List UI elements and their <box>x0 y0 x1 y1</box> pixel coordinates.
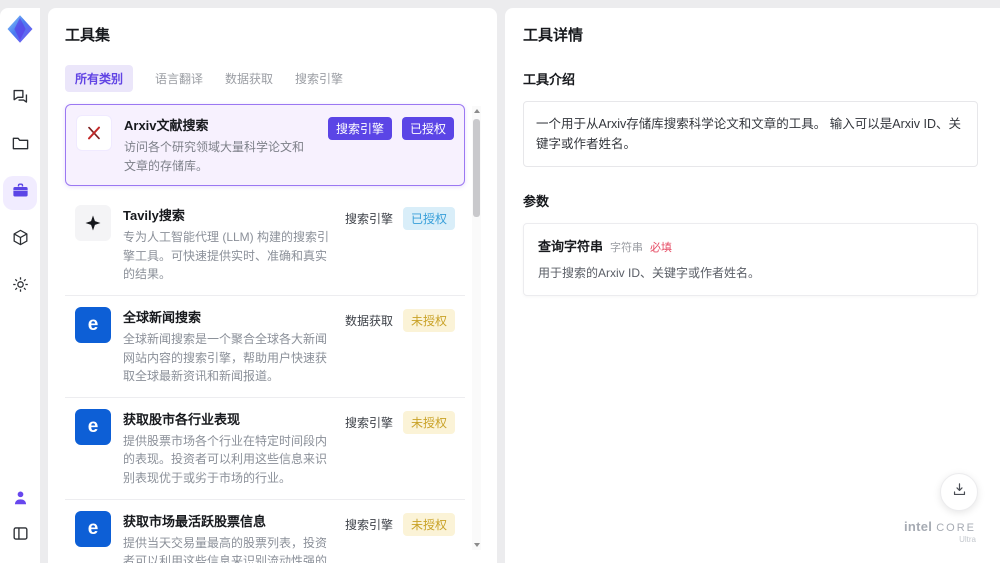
tool-list-items: Arxiv文献搜索 访问各个研究领域大量科学论文和文章的存储库。 搜索引擎 已授… <box>65 104 481 563</box>
tool-details-panel: 工具详情 工具介绍 一个用于从Arxiv存储库搜索科学论文和文章的工具。 输入可… <box>505 8 1000 563</box>
tool-name: Arxiv文献搜索 <box>124 118 209 133</box>
category-label: 搜索引擎 <box>344 415 393 430</box>
param-description: 用于搜索的Arxiv ID、关键字或作者姓名。 <box>538 266 761 280</box>
blue-e-icon: e <box>75 510 111 547</box>
category-badge: 搜索引擎 <box>327 117 392 140</box>
auth-status-badge: 已授权 <box>402 207 455 231</box>
blue-e-icon: e <box>75 306 111 343</box>
intel-core-logo: intel CORE Ultra <box>903 518 976 545</box>
download-button[interactable] <box>940 473 978 511</box>
blue-e-icon: e <box>75 408 111 445</box>
tool-card-most-active-stocks[interactable]: e 获取市场最活跃股票信息 提供当天交易量最高的股票列表，投资者可以利用这些信息… <box>65 498 465 563</box>
details-panel-title: 工具详情 <box>523 27 584 44</box>
core-logo-text: CORE <box>936 521 976 534</box>
param-required-flag: 必填 <box>650 242 673 254</box>
tool-description: 专为人工智能代理 (LLM) 构建的搜索引擎工具。可快速提供实时、准确和真实的结… <box>123 230 330 282</box>
auth-status-badge: 未授权 <box>402 410 455 434</box>
scroll-up-arrow[interactable] <box>472 106 481 116</box>
category-tabs: 所有类别 语言翻译 数据获取 搜索引擎 <box>65 65 481 92</box>
scroll-down-arrow[interactable] <box>472 540 481 550</box>
download-icon <box>951 481 968 503</box>
tool-description: 提供当天交易量最高的股票列表，投资者可以利用这些信息来识别流动性强的股票和潜在的… <box>123 535 328 563</box>
tool-list: Arxiv文献搜索 访问各个研究领域大量科学论文和文章的存储库。 搜索引擎 已授… <box>65 104 481 563</box>
list-scrollbar <box>472 106 481 550</box>
auth-status-badge: 未授权 <box>402 308 455 332</box>
intro-heading: 工具介绍 <box>523 72 576 87</box>
gear-icon <box>11 275 30 299</box>
auth-status-badge: 已授权 <box>401 117 454 140</box>
tools-panel: 工具集 所有类别 语言翻译 数据获取 搜索引擎 Arxiv文献搜索 访问各个研究… <box>48 8 497 563</box>
tool-description: 全球新闻搜索是一个聚合全球各大新闻网站内容的搜索引擎，帮助用户快速获取全球最新资… <box>123 331 328 384</box>
sidebar-item-settings[interactable] <box>7 274 33 300</box>
sidebar-item-packages[interactable] <box>7 227 33 253</box>
user-avatar-button[interactable] <box>7 487 33 513</box>
tab-search-engine[interactable]: 搜索引擎 <box>295 65 343 92</box>
cube-icon <box>11 228 30 252</box>
tab-all-categories[interactable]: 所有类别 <box>65 65 134 92</box>
tool-name: Tavily搜索 <box>123 208 185 224</box>
chat-icon <box>11 87 30 111</box>
auth-status-badge: 未授权 <box>402 512 455 536</box>
folder-icon <box>11 134 30 158</box>
tab-data-fetch[interactable]: 数据获取 <box>225 65 273 92</box>
panel-toggle-icon <box>11 524 30 548</box>
tool-card-sector-performance[interactable]: e 获取股市各行业表现 提供股票市场各个行业在特定时间段内的表现。投资者可以利用… <box>65 396 465 499</box>
scrollbar-thumb[interactable] <box>473 119 480 217</box>
toolbox-icon <box>11 181 30 205</box>
param-name: 查询字符串 <box>538 239 604 254</box>
tool-intro-text: 一个用于从Arxiv存储库搜索科学论文和文章的工具。 输入可以是Arxiv ID… <box>523 101 978 167</box>
sidebar-item-toolbox[interactable] <box>7 180 33 206</box>
sidebar-item-files[interactable] <box>7 133 33 159</box>
tool-name: 获取股市各行业表现 <box>123 411 241 427</box>
tool-card-arxiv[interactable]: Arxiv文献搜索 访问各个研究领域大量科学论文和文章的存储库。 搜索引擎 已授… <box>65 104 465 187</box>
sidebar-bottom <box>7 487 33 549</box>
panel-toggle-button[interactable] <box>7 523 33 549</box>
tools-panel-title: 工具集 <box>65 27 111 44</box>
parameter-card: 查询字符串 字符串 必填 用于搜索的Arxiv ID、关键字或作者姓名。 <box>523 223 978 296</box>
tool-description: 访问各个研究领域大量科学论文和文章的存储库。 <box>124 140 305 173</box>
tool-name: 获取市场最活跃股票信息 <box>123 513 267 529</box>
user-icon <box>11 488 30 512</box>
category-label: 搜索引擎 <box>344 517 393 532</box>
star-icon <box>75 205 111 242</box>
category-label: 搜索引擎 <box>344 212 393 227</box>
tool-description: 提供股票市场各个行业在特定时间段内的表现。投资者可以利用这些信息来识别表现优于或… <box>123 433 328 485</box>
category-label: 数据获取 <box>344 313 393 328</box>
icon-sidebar <box>0 8 40 563</box>
tool-card-global-news[interactable]: e 全球新闻搜索 全球新闻搜索是一个聚合全球各大新闻网站内容的搜索引擎，帮助用户… <box>65 294 465 397</box>
sidebar-nav <box>7 86 33 300</box>
arxiv-icon <box>76 115 112 151</box>
app-logo gem-logo-icon <box>5 14 35 44</box>
app-window: 工具集 所有类别 语言翻译 数据获取 搜索引擎 Arxiv文献搜索 访问各个研究… <box>0 0 1000 563</box>
sidebar-item-chat[interactable] <box>7 86 33 112</box>
ultra-logo-text: Ultra <box>959 535 976 545</box>
param-type: 字符串 <box>610 242 644 254</box>
intel-logo-text: intel <box>903 518 933 534</box>
params-heading: 参数 <box>523 194 550 209</box>
tab-language-translation[interactable]: 语言翻译 <box>155 65 203 92</box>
tool-name: 全球新闻搜索 <box>123 309 202 325</box>
tool-card-tavily[interactable]: Tavily搜索 专为人工智能代理 (LLM) 构建的搜索引擎工具。可快速提供实… <box>65 194 465 295</box>
